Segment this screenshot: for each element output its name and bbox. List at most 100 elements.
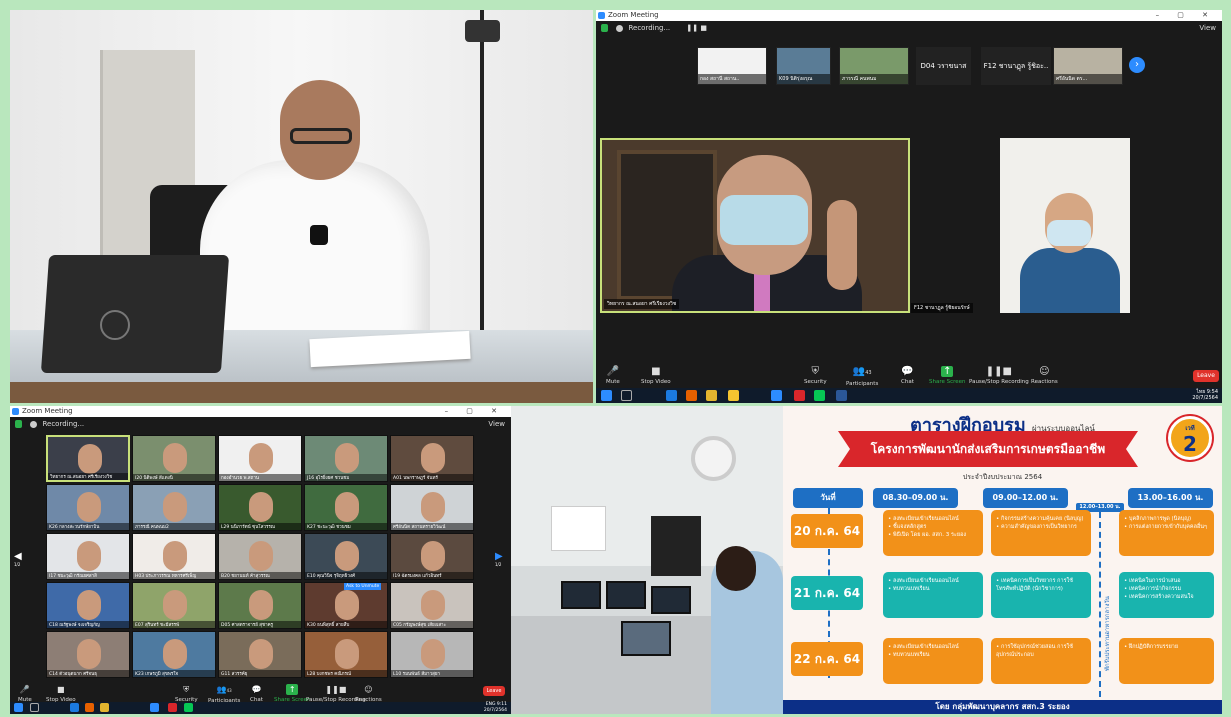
view-button[interactable]: View — [1199, 21, 1216, 35]
unmute-tooltip[interactable]: Ask to Unmute — [344, 583, 382, 590]
col-header-date: วันที่ — [793, 488, 863, 508]
chat-button[interactable]: 💬 Chat — [250, 684, 263, 703]
gallery-tile[interactable]: K27 ชะนะวุฒิ ชวนชม — [304, 484, 388, 531]
gallery-tile[interactable]: กองอำนวย พ.สถาน — [218, 435, 302, 482]
stop-video-button[interactable]: ■ Stop Video — [641, 366, 671, 385]
window-controls[interactable]: – ▢ ✕ — [1156, 10, 1216, 21]
meeting-info-bar: Recording... ❚❚ ■ View — [596, 21, 1222, 35]
edge-icon[interactable] — [666, 390, 677, 401]
participant-face — [249, 541, 273, 571]
view-button[interactable]: View — [488, 417, 505, 431]
gallery-tile[interactable]: G11 สวรรค์ยุ — [218, 631, 302, 678]
clock-date: 20/7/2564 — [483, 707, 507, 713]
system-clock[interactable]: ENG 9:11 20/7/2564 — [484, 702, 507, 713]
next-page-icon[interactable]: ▶ 1/2 — [495, 551, 503, 567]
smiley-icon: ☺ — [364, 685, 373, 694]
participant-face — [421, 639, 445, 669]
studio-photo — [511, 406, 783, 714]
window-controls[interactable]: – ▢ ✕ — [445, 406, 505, 417]
word-icon[interactable] — [836, 390, 847, 401]
zoom-app-icon — [598, 12, 605, 19]
gallery-tile[interactable]: I19 ฉัตรมงคล แก้วอินทร์ — [390, 533, 474, 580]
pdf-icon[interactable] — [168, 703, 177, 712]
gallery-tile[interactable]: C05 กรัญพงษ์สุข เสียงเสาะ — [390, 582, 474, 629]
mute-button[interactable]: 🎤 Mute — [606, 366, 620, 385]
zoom-taskbar-icon[interactable] — [771, 390, 782, 401]
monitor — [651, 586, 691, 614]
tile-name: C18 ณรัฐพงษ์ จงเจริญกัญ — [47, 621, 129, 628]
participant-face — [163, 639, 187, 669]
video-name-label: F12 ชานาฏุล รู้ชิยอนรักษ์ — [911, 303, 973, 313]
meeting-toolbar: 🎤 Mute ■ Stop Video ⛨ Security 👥43 Participa… — [10, 682, 511, 704]
leave-button[interactable]: Leave — [483, 686, 505, 696]
start-icon[interactable] — [14, 703, 23, 712]
gallery-tile[interactable]: D05 ศาสตราจารย์ สุชาครู — [218, 582, 302, 629]
pause-stop-icons[interactable]: ❚❚ ■ — [686, 24, 707, 32]
participants-button[interactable]: 👥43 Participants — [846, 366, 878, 387]
gallery-tile[interactable]: ภารรณี คนพนม2 — [132, 484, 216, 531]
stop-video-button[interactable]: ■ Stop Video — [46, 684, 76, 703]
microphone-icon: 🎤 — [606, 366, 620, 377]
prev-page-icon[interactable]: ◀ 1/2 — [14, 551, 22, 567]
shield-icon[interactable] — [15, 420, 22, 428]
gallery-tile[interactable]: H03 ประภาวรรณ ทหารศรีเพ็ญ — [132, 533, 216, 580]
security-button[interactable]: ⛨ Security — [175, 684, 198, 703]
gallery-tile[interactable]: A01 นพกราษฎร์ จันทร์ — [390, 435, 474, 482]
leave-button[interactable]: Leave — [1193, 370, 1219, 382]
chrome-icon[interactable] — [100, 703, 109, 712]
security-button[interactable]: ⛨ Security — [804, 366, 827, 385]
gallery-tile[interactable]: C18 ณรัฐพงษ์ จงเจริญกัญ — [46, 582, 130, 629]
start-icon[interactable] — [601, 390, 612, 401]
next-page-icon[interactable]: › — [1129, 57, 1145, 73]
line-icon[interactable] — [814, 390, 825, 401]
thumb-video[interactable]: K09 นิติรุ่งอรุณ — [776, 47, 831, 85]
thumb-video[interactable]: ศรีอันนิด ตร... — [1053, 47, 1123, 85]
share-arrow-icon: ↑ — [941, 366, 954, 377]
share-screen-button[interactable]: ↑ Share Screen — [929, 366, 966, 385]
search-icon[interactable] — [621, 390, 632, 401]
thumb-name-only[interactable]: F12 ชานาฏุล รู้ชิอะ.. — [981, 47, 1051, 85]
gallery-tile[interactable]: วิทยากร ณ.สนอยา ศรีเรียงวงวิช — [46, 435, 130, 482]
tile-name: E10 คุณวินิจ รุจิฤทธิวงศ์ — [305, 572, 387, 579]
firefox-icon[interactable] — [686, 390, 697, 401]
round-label: เวที — [1185, 425, 1195, 432]
thumb-video[interactable]: กอง สถานี สถาน.. — [697, 47, 767, 85]
gallery-tile[interactable]: K26 กลางสะวนรักษ์ยาบิน — [46, 484, 130, 531]
thumb-video[interactable]: ภารรณี คนพนม — [839, 47, 909, 85]
reactions-button[interactable]: ☺ Reactions — [355, 684, 382, 703]
firefox-icon[interactable] — [85, 703, 94, 712]
gallery-tile[interactable]: K23 เกษรภูมิ สุขพรใจ — [132, 631, 216, 678]
pdf-icon[interactable] — [794, 390, 805, 401]
gallery-tile[interactable]: B20 ชยานนท์ ค้าสุวรรณ — [218, 533, 302, 580]
gallery-tile[interactable]: L28 บงกชพร คณิภรณ์ — [304, 631, 388, 678]
softbox-light — [651, 516, 701, 576]
chrome-icon[interactable] — [706, 390, 717, 401]
gallery-tile[interactable]: E07 สุรินทร์ ชะมีสรรพ์ — [132, 582, 216, 629]
chat-button[interactable]: 💬 Chat — [901, 366, 914, 385]
participants-button[interactable]: 👥43 Participants — [208, 684, 240, 704]
system-clock[interactable]: ไทย 9:54 20/7/2564 — [1192, 389, 1218, 401]
active-speaker-video[interactable]: วิทยากร ณ.สนอยา ศรีเรียงวงวิช — [600, 138, 910, 313]
reactions-button[interactable]: ☺ Reactions — [1031, 366, 1058, 385]
folder-icon[interactable] — [728, 390, 739, 401]
shield-icon[interactable] — [601, 24, 608, 32]
mute-button[interactable]: 🎤 Mute — [18, 684, 32, 703]
record-button[interactable]: ❚❚■ Pause/Stop Recording — [969, 366, 1029, 385]
gallery-tile[interactable]: L10 รมนพันธ์ สีมาวสุยา — [390, 631, 474, 678]
participant-video[interactable] — [1000, 138, 1130, 313]
schedule-poster: ตารางฝึกอบรม ผ่านระบบออนไลน์ โครงการพัฒน… — [783, 406, 1222, 714]
lunch-text: พักรับประทานอาหารกลางวัน — [1104, 596, 1111, 671]
line-icon[interactable] — [184, 703, 193, 712]
thumb-name-only[interactable]: D04 วราขนาส — [916, 47, 971, 85]
zoom-taskbar-icon[interactable] — [150, 703, 159, 712]
gallery-tile[interactable]: I17 ชนะวุฒิ กรัณยศสาสิ — [46, 533, 130, 580]
gallery-tile[interactable]: L29 นนิภารัตน์ ซุนโสวรรณ — [218, 484, 302, 531]
edge-icon[interactable] — [70, 703, 79, 712]
gallery-tile[interactable]: E10 คุณวินิจ รุจิฤทธิวงศ์ — [304, 533, 388, 580]
gallery-tile[interactable]: ศรีอันนิด สถานทรายวิวัฒน์ — [390, 484, 474, 531]
tile-name: L10 รมนพันธ์ สีมาวสุยา — [391, 670, 473, 677]
gallery-tile[interactable]: I20 นิติพงษ์ สีแดงนิ — [132, 435, 216, 482]
gallery-tile[interactable]: C14 ตัวอนุตนาก ศรีจนธุ — [46, 631, 130, 678]
search-icon[interactable] — [30, 703, 39, 712]
gallery-tile[interactable]: J16 อุไรยิ่งยศ ชวนชม — [304, 435, 388, 482]
